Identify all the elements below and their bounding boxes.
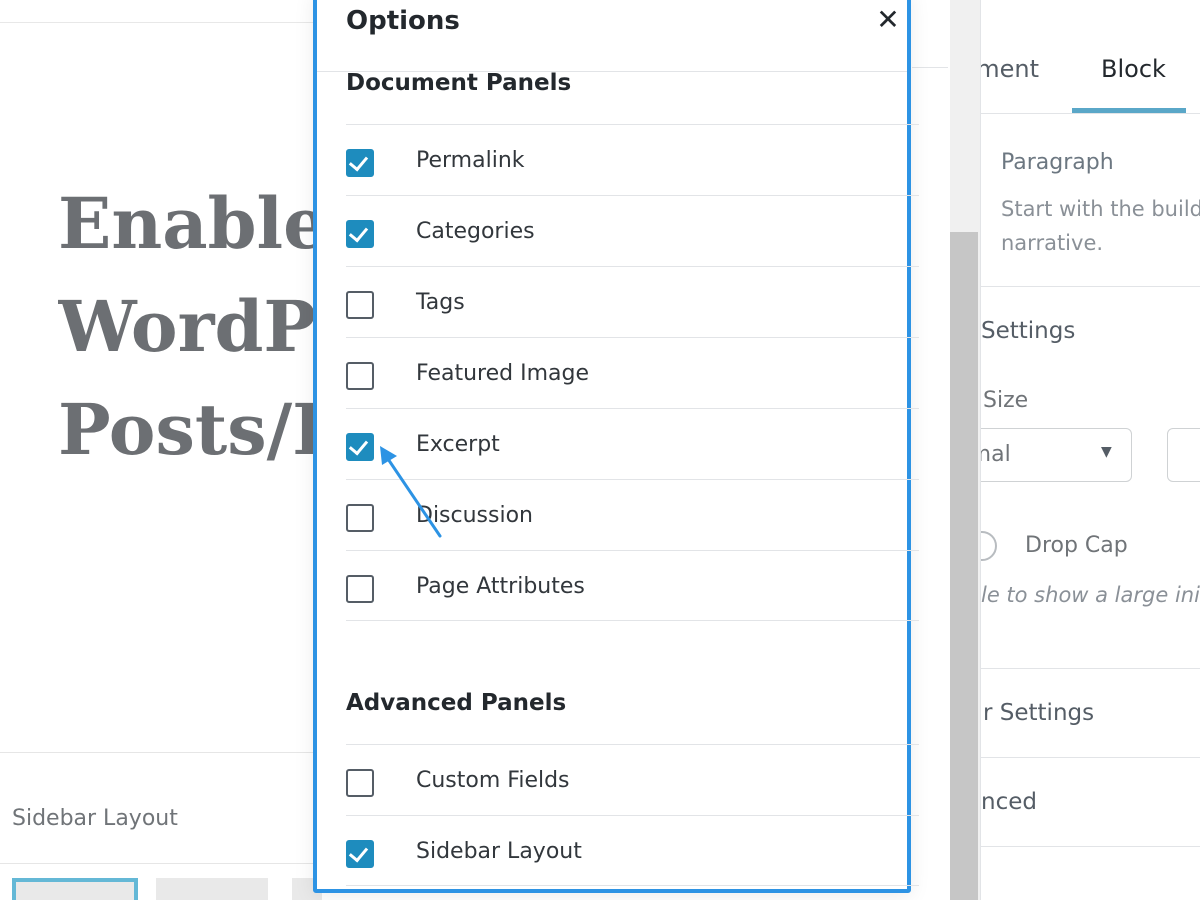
option-featured-image[interactable]: Featured Image [346, 337, 919, 408]
font-size-select-value: rmal [981, 442, 1011, 467]
option-label: Custom Fields [416, 768, 570, 793]
layout-option-thumbnail[interactable] [156, 878, 268, 900]
layout-option-thumbnail[interactable] [12, 878, 138, 900]
drop-cap-help-text: le to show a large init [981, 583, 1200, 607]
option-label: Page Attributes [416, 574, 585, 599]
option-categories[interactable]: Categories [346, 195, 919, 266]
block-title: Paragraph [1001, 150, 1114, 175]
sidebar-layout-meta-box-title[interactable]: Sidebar Layout [12, 806, 178, 831]
option-permalink[interactable]: Permalink [346, 124, 919, 195]
checkbox[interactable] [346, 291, 374, 319]
option-label: Categories [416, 219, 535, 244]
checkbox[interactable] [346, 769, 374, 797]
option-label: Sidebar Layout [416, 839, 582, 864]
tab-document[interactable]: ument [981, 55, 1039, 83]
editor-divider [0, 752, 320, 753]
sidebar-tabs: ument Block [981, 0, 1200, 114]
active-tab-indicator [1072, 108, 1186, 113]
divider [912, 67, 948, 68]
document-panels-title: Document Panels [346, 70, 572, 96]
custom-font-size-input[interactable] [1167, 428, 1200, 482]
checkbox[interactable] [346, 220, 374, 248]
modal-title: Options [346, 6, 460, 36]
option-tags[interactable]: Tags [346, 266, 919, 337]
drop-cap-label: Drop Cap [1025, 533, 1128, 558]
block-description: Start with the build narrative. [1001, 197, 1200, 255]
option-page-attributes[interactable]: Page Attributes [346, 550, 919, 621]
modal-header: Options ✕ [317, 0, 907, 72]
checkbox[interactable] [346, 840, 374, 868]
option-label: Tags [416, 290, 465, 315]
panel-divider [981, 846, 1200, 847]
text-settings-panel-toggle[interactable]: Settings [981, 318, 1075, 344]
font-size-label: Size [983, 388, 1029, 413]
scrollbar-thumb[interactable] [950, 232, 978, 900]
panel-divider [981, 668, 1200, 669]
checkbox[interactable] [346, 149, 374, 177]
meta-box-divider [0, 863, 320, 864]
panel-divider [981, 286, 1200, 287]
editor-divider [0, 22, 320, 23]
tab-block[interactable]: Block [1101, 55, 1166, 83]
settings-sidebar: ument Block Paragraph Start with the bui… [980, 0, 1200, 900]
option-label: Featured Image [416, 361, 589, 386]
annotation-arrow-icon [380, 446, 442, 538]
color-settings-panel-toggle[interactable]: r Settings [983, 700, 1094, 726]
chevron-down-icon: ▼ [1101, 444, 1112, 460]
advanced-panel-toggle[interactable]: nced [981, 789, 1037, 815]
panel-divider [981, 757, 1200, 758]
checkbox[interactable] [346, 575, 374, 603]
close-icon[interactable]: ✕ [873, 5, 903, 35]
option-custom-fields[interactable]: Custom Fields [346, 744, 919, 815]
option-label: Permalink [416, 148, 525, 173]
advanced-panels-title: Advanced Panels [346, 690, 567, 716]
option-sidebar-layout[interactable]: Sidebar Layout [346, 815, 919, 886]
checkbox[interactable] [346, 362, 374, 390]
drop-cap-toggle[interactable] [981, 531, 997, 561]
post-title[interactable]: Enable WordPr Posts/P [58, 172, 318, 472]
